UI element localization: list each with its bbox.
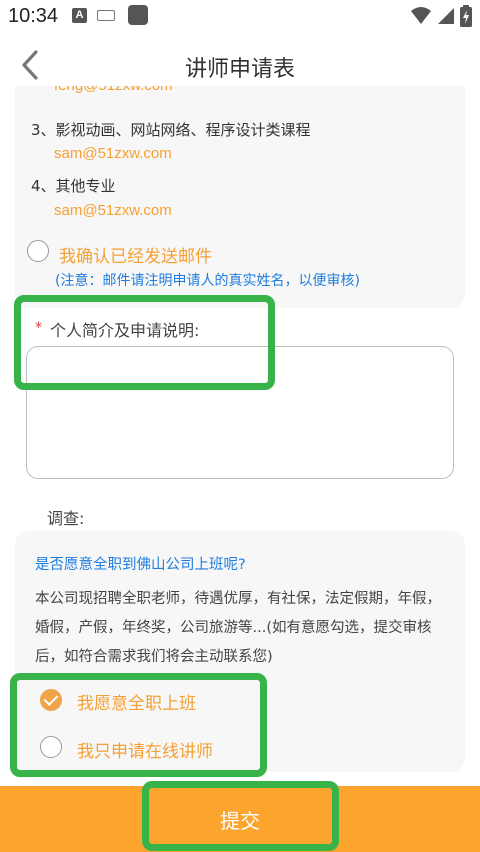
contact-card: feng@51zxw.com 3、影视动画、网站网络、程序设计类课程 sam@5…	[15, 86, 465, 308]
survey-card: 是否愿意全职到佛山公司上班呢? 本公司现招聘全职老师，待遇优厚，有社保，法定假期…	[15, 531, 465, 772]
category-line: 3、影视动画、网站网络、程序设计类课程	[31, 121, 311, 139]
keyboard-icon	[97, 10, 115, 21]
clipped-email: feng@51zxw.com	[54, 86, 173, 100]
survey-question: 是否愿意全职到佛山公司上班呢?	[35, 557, 246, 573]
confirm-email-label[interactable]: 我确认已经发送邮件	[59, 242, 212, 267]
fulltime-radio[interactable]	[40, 689, 62, 711]
keyboard-a-icon: A	[72, 8, 87, 23]
signal-icon	[438, 8, 454, 24]
online-lecturer-radio[interactable]	[40, 736, 62, 758]
category-email: sam@51zxw.com	[54, 145, 172, 162]
confirm-email-note: (注意：邮件请注明申请人的真实姓名，以便审核)	[55, 273, 360, 289]
page-title: 讲师申请表	[184, 57, 295, 82]
app-notification-icon	[128, 5, 148, 25]
battery-icon	[460, 5, 472, 27]
submit-button[interactable]: 提交	[0, 786, 480, 852]
category-line: 4、其他专业	[31, 177, 116, 195]
status-time: 10:34	[8, 5, 59, 27]
survey-label: 调查:	[47, 509, 85, 528]
intro-label: 个人简介及申请说明:	[50, 321, 200, 340]
required-mark: *	[35, 320, 42, 336]
confirm-email-radio[interactable]	[27, 240, 49, 262]
online-lecturer-option-label[interactable]: 我只申请在线讲师	[77, 737, 213, 762]
status-bar: 10:34 A	[0, 0, 480, 34]
wifi-icon	[411, 7, 431, 24]
footer-bar: 提交	[0, 786, 480, 852]
fulltime-option-label[interactable]: 我愿意全职上班	[77, 689, 196, 714]
survey-description: 本公司现招聘全职老师，待遇优厚，有社保，法定假期，年假，婚假，产假，年终奖，公司…	[35, 591, 441, 665]
intro-textarea[interactable]	[26, 346, 454, 479]
category-email: sam@51zxw.com	[54, 202, 172, 219]
